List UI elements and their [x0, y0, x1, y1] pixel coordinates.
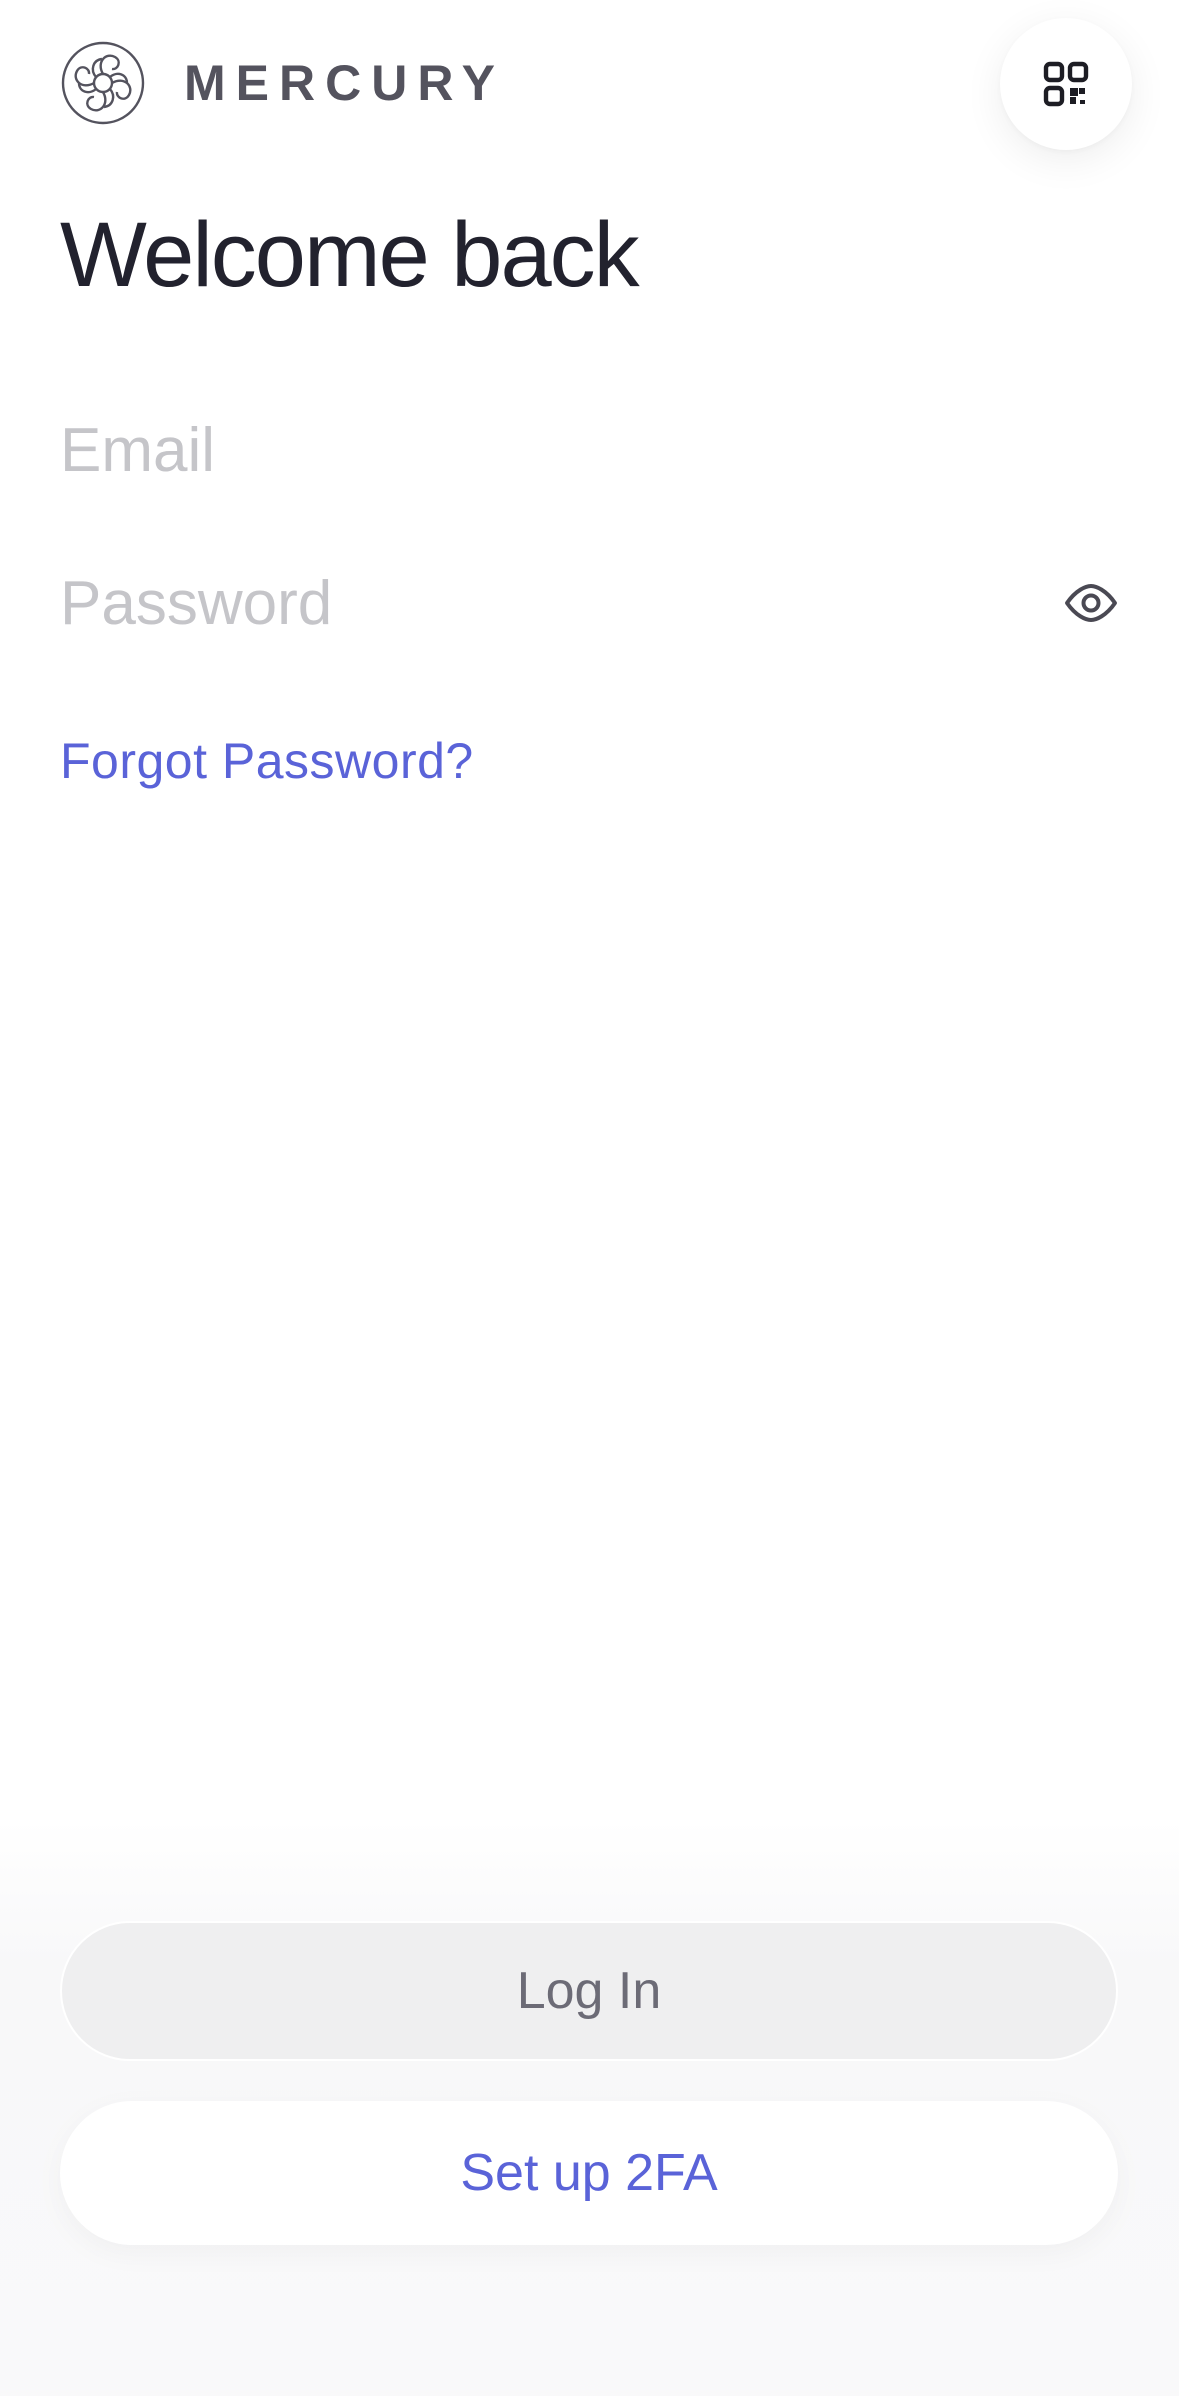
mercury-logo-icon — [61, 41, 145, 125]
qr-code-button[interactable] — [1000, 18, 1132, 150]
eye-icon — [1065, 584, 1117, 622]
password-input[interactable] — [60, 553, 1120, 653]
setup-2fa-button[interactable]: Set up 2FA — [60, 2101, 1118, 2245]
login-screen: MERCURY Welcome back Forgot Password? Lo… — [0, 0, 1179, 2396]
email-field-container — [60, 400, 1120, 500]
qr-code-icon — [1043, 61, 1089, 107]
brand-name: MERCURY — [184, 55, 505, 111]
brand: MERCURY — [60, 40, 505, 126]
page-title: Welcome back — [60, 204, 640, 306]
login-button[interactable]: Log In — [60, 1921, 1118, 2061]
password-field-container — [60, 553, 1120, 653]
forgot-password-link[interactable]: Forgot Password? — [60, 732, 474, 790]
show-password-button[interactable] — [1062, 577, 1120, 629]
email-input[interactable] — [60, 400, 1120, 500]
